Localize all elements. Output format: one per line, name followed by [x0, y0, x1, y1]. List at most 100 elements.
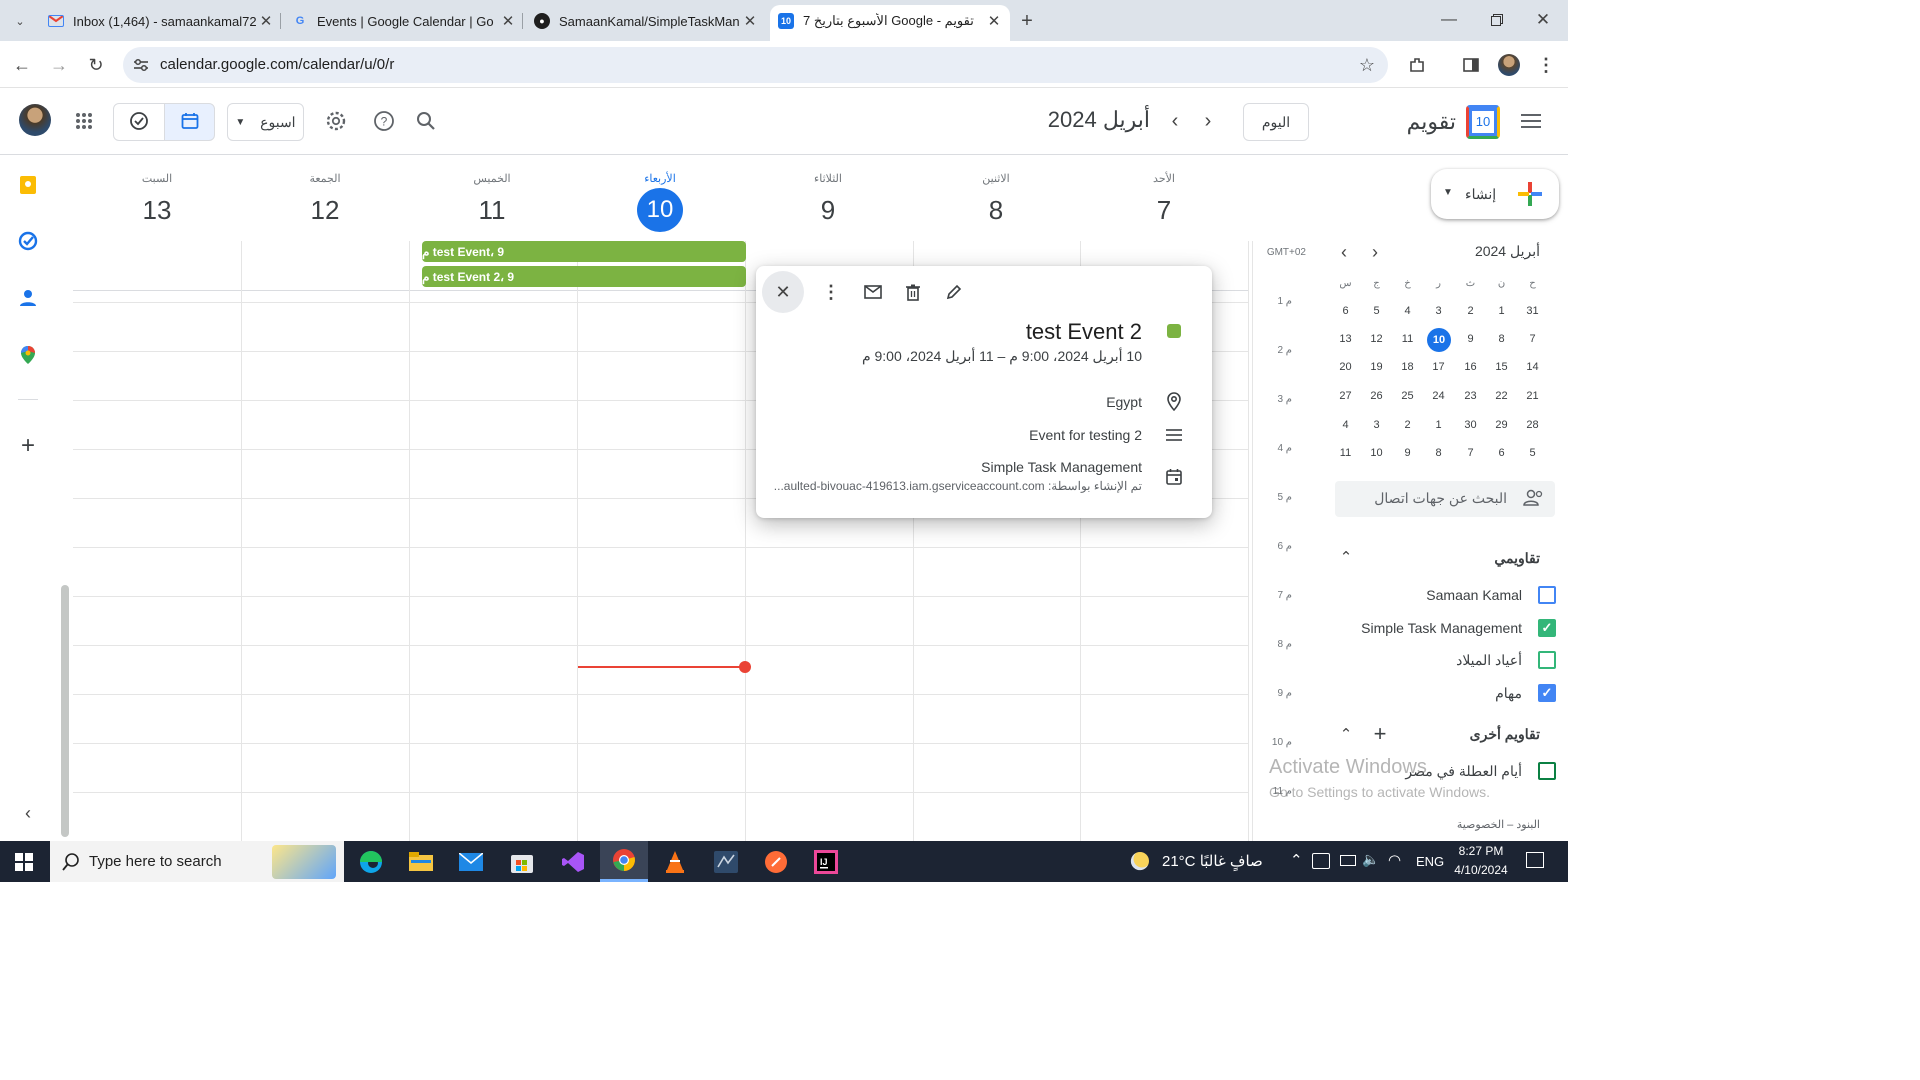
browser-menu-icon[interactable]: ⋮: [1536, 53, 1556, 77]
scrollbar-thumb[interactable]: [61, 585, 69, 837]
day-header-tue[interactable]: الثلاثاء 9: [744, 170, 912, 232]
tab-github[interactable]: ● SamaanKamal/SimpleTaskMana ✕: [534, 8, 760, 34]
mini-day[interactable]: 30: [1455, 419, 1486, 431]
close-icon[interactable]: ✕: [984, 12, 1004, 30]
volume-icon[interactable]: 🔈: [1362, 851, 1379, 868]
day-number[interactable]: 11: [469, 188, 515, 232]
bookmark-star-icon[interactable]: ☆: [1355, 53, 1379, 77]
main-menu-icon[interactable]: [1516, 107, 1546, 135]
mini-day[interactable]: 11: [1392, 333, 1423, 345]
mini-day[interactable]: 9: [1392, 447, 1423, 459]
terms-privacy-link[interactable]: البنود – الخصوصية: [1400, 818, 1540, 831]
side-panel-icon[interactable]: [1458, 53, 1484, 77]
calendar-item-tasks[interactable]: مهام ✓: [1320, 678, 1556, 708]
mini-day[interactable]: 9: [1455, 333, 1486, 345]
restore-icon[interactable]: [1486, 8, 1508, 32]
mini-prev-month-icon[interactable]: ‹: [1332, 241, 1356, 263]
contacts-icon[interactable]: [16, 286, 40, 310]
day-header-sat[interactable]: السبت 13: [73, 170, 241, 232]
event-location[interactable]: Egypt: [1106, 394, 1142, 410]
weather-icon[interactable]: [1128, 849, 1156, 878]
file-explorer-icon[interactable]: [397, 841, 445, 882]
tasks-icon[interactable]: [16, 229, 40, 253]
mini-day[interactable]: 21: [1517, 390, 1548, 402]
mini-day[interactable]: 27: [1330, 390, 1361, 402]
mini-next-month-icon[interactable]: ›: [1363, 241, 1387, 263]
taskbar-search-box[interactable]: Type here to search: [50, 841, 344, 882]
mini-day[interactable]: 16: [1455, 361, 1486, 373]
mini-day[interactable]: 3: [1423, 305, 1454, 317]
mini-day[interactable]: 13: [1330, 333, 1361, 345]
calendar-view-toggle[interactable]: [164, 103, 215, 141]
account-avatar[interactable]: [19, 104, 51, 136]
maps-icon[interactable]: [16, 343, 40, 367]
mini-day[interactable]: 6: [1330, 305, 1361, 317]
close-window-icon[interactable]: ✕: [1532, 8, 1554, 32]
mini-day[interactable]: 14: [1517, 361, 1548, 373]
notifications-icon[interactable]: [1526, 852, 1544, 868]
close-icon[interactable]: ✕: [256, 12, 276, 30]
view-select[interactable]: ▼ اسبوع: [227, 103, 304, 141]
day-header-sun[interactable]: الأحد 7: [1080, 170, 1248, 232]
tasks-view-toggle[interactable]: [113, 103, 165, 141]
mini-day[interactable]: 4: [1392, 305, 1423, 317]
allday-event-test-event-2[interactable]: test Event 2، 9 م: [422, 266, 746, 287]
profile-avatar[interactable]: [1498, 54, 1520, 76]
mini-day[interactable]: 4: [1330, 419, 1361, 431]
close-popup-button[interactable]: ✕: [762, 271, 804, 313]
mini-day[interactable]: 10: [1361, 447, 1392, 459]
calendar-item-birthdays[interactable]: أعياد الميلاد: [1320, 645, 1556, 675]
apps-grid-icon[interactable]: [70, 107, 98, 135]
mini-day[interactable]: 23: [1455, 390, 1486, 402]
day-header-thu[interactable]: الخميس 11: [408, 170, 576, 232]
mini-day[interactable]: 12: [1361, 333, 1392, 345]
checkbox-checked[interactable]: ✓: [1538, 619, 1556, 637]
calendar-item-simple-task[interactable]: Simple Task Management ✓: [1320, 613, 1556, 643]
day-number-today[interactable]: 10: [637, 188, 683, 232]
collapse-other-calendars-icon[interactable]: ⌃: [1334, 722, 1358, 746]
help-icon[interactable]: ?: [370, 107, 398, 135]
network-icon[interactable]: ◠: [1388, 851, 1401, 869]
tray-chevron-icon[interactable]: ⌃: [1290, 851, 1303, 869]
mini-day[interactable]: 7: [1517, 333, 1548, 345]
mini-day[interactable]: 5: [1517, 447, 1548, 459]
windows-start-icon[interactable]: [0, 841, 48, 882]
next-week-icon[interactable]: ›: [1195, 107, 1221, 135]
search-icon[interactable]: [412, 107, 440, 135]
weather-text[interactable]: 21°C صافٍ غالبًا: [1162, 852, 1263, 870]
mini-day[interactable]: 11: [1330, 447, 1361, 459]
day-header-fri[interactable]: الجمعة 12: [241, 170, 409, 232]
search-people-input[interactable]: البحث عن جهات اتصال: [1335, 481, 1555, 517]
clock-time[interactable]: 8:27 PM: [1446, 844, 1516, 858]
mini-day[interactable]: 26: [1361, 390, 1392, 402]
tab-active-calendar[interactable]: 10 تقويم - Google الأسبوع بتاريخ 7 ✕: [770, 5, 1010, 41]
mini-day[interactable]: 25: [1392, 390, 1423, 402]
email-guests-icon[interactable]: [860, 278, 886, 306]
new-tab-icon[interactable]: +: [1014, 8, 1040, 34]
collapse-my-calendars-icon[interactable]: ⌃: [1334, 545, 1358, 569]
day-number[interactable]: 13: [134, 188, 180, 232]
mini-day[interactable]: 19: [1361, 361, 1392, 373]
checkbox-unchecked[interactable]: [1538, 762, 1556, 780]
tray-app-icon[interactable]: [1312, 853, 1330, 869]
mini-day[interactable]: 2: [1455, 305, 1486, 317]
checkbox-checked[interactable]: ✓: [1538, 684, 1556, 702]
day-header-wed[interactable]: الأربعاء 10: [576, 170, 744, 232]
more-options-icon[interactable]: ⋮: [819, 278, 843, 306]
edit-pencil-icon[interactable]: [941, 278, 967, 306]
calendar-item-samaan[interactable]: Samaan Kamal: [1320, 580, 1556, 610]
mini-day[interactable]: 3: [1361, 419, 1392, 431]
reload-icon[interactable]: ↻: [82, 51, 110, 79]
edge-icon[interactable]: [347, 841, 395, 882]
language-indicator[interactable]: ENG: [1416, 854, 1444, 869]
clock-date[interactable]: 4/10/2024: [1446, 863, 1516, 877]
mini-day[interactable]: 7: [1455, 447, 1486, 459]
tab-search-icon[interactable]: ⌄: [6, 8, 34, 34]
keep-icon[interactable]: [16, 173, 40, 197]
tab-events[interactable]: G Events | Google Calendar | Go ✕: [292, 8, 518, 34]
visual-studio-icon[interactable]: [549, 841, 597, 882]
day-header-mon[interactable]: الاثنين 8: [912, 170, 1080, 232]
vlc-icon[interactable]: [651, 841, 699, 882]
forward-icon[interactable]: →: [45, 51, 73, 79]
mini-day[interactable]: 8: [1423, 447, 1454, 459]
